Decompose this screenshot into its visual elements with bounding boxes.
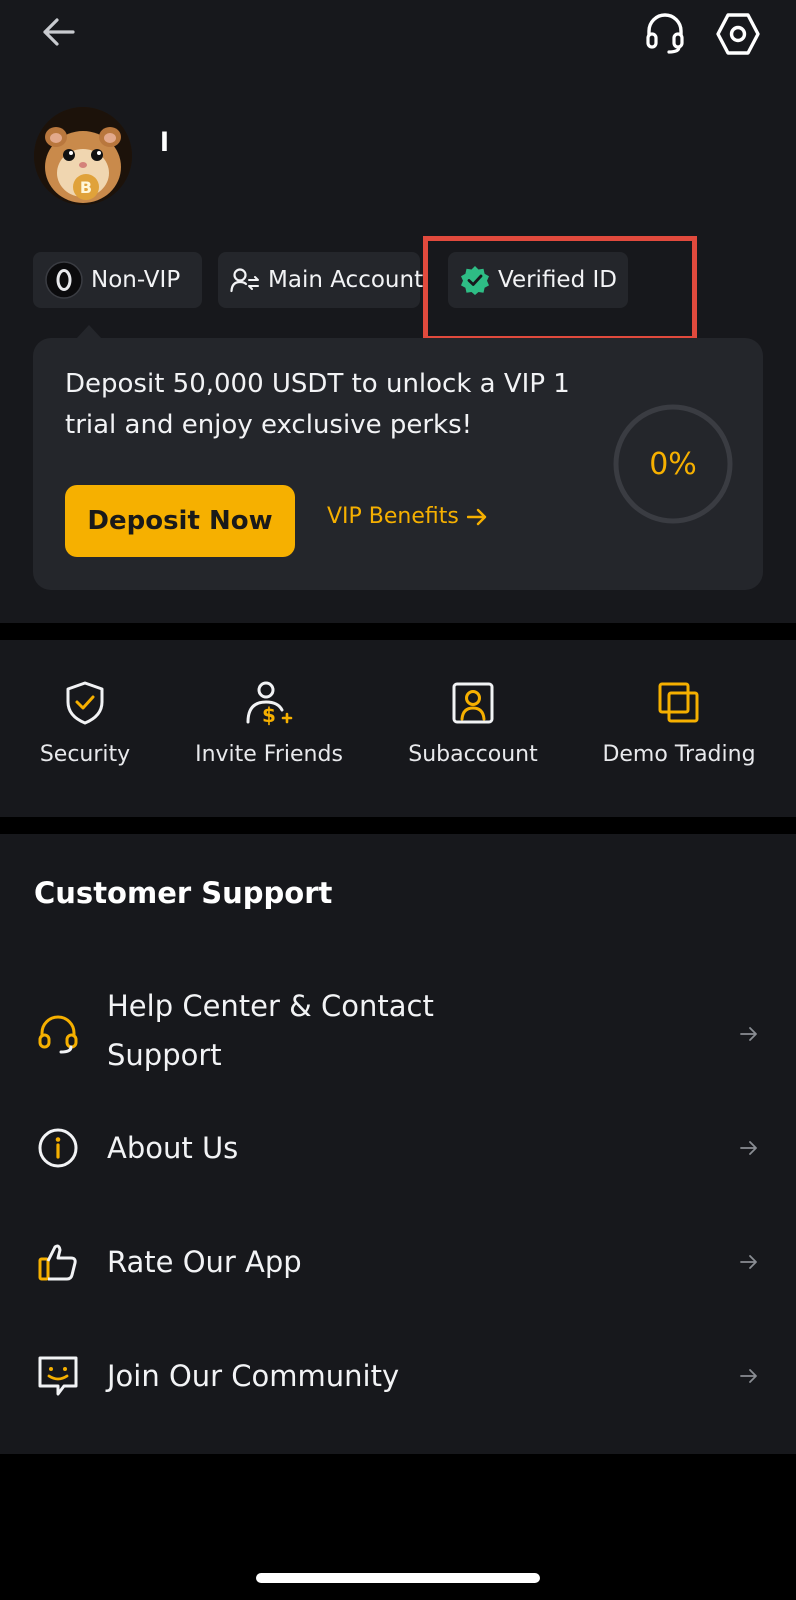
- menu-item-label: Help Center & Contact Support: [107, 989, 434, 1072]
- menu-item-label: About Us: [107, 1131, 239, 1165]
- menu-item-join-community[interactable]: Join Our Community: [0, 1352, 796, 1412]
- menu-item-label: Join Our Community: [107, 1359, 400, 1393]
- shortcut-demo-trading-label: Demo Trading: [602, 742, 756, 767]
- vip-promo-card: Deposit 50,000 USDT to unlock a VIP 1 tr…: [33, 338, 763, 590]
- user-switch-icon: [230, 267, 260, 293]
- shortcut-security-label: Security: [39, 742, 131, 767]
- thumbs-up-icon: [34, 1238, 82, 1286]
- customer-support-button[interactable]: [640, 8, 690, 58]
- menu-item-help-center[interactable]: Help Center & Contact Support: [0, 982, 796, 1092]
- headset-icon: [34, 1010, 82, 1058]
- menu-item-label: Rate Our App: [107, 1245, 302, 1279]
- menu-item-about-us[interactable]: About Us: [0, 1124, 796, 1184]
- shortcut-invite-friends[interactable]: $ Invite Friends: [174, 678, 364, 767]
- highlight-annotation-box: [423, 236, 697, 341]
- shortcut-subaccount[interactable]: Subaccount: [378, 678, 568, 767]
- arrow-right-icon: [740, 1364, 764, 1388]
- user-square-icon: [378, 678, 568, 728]
- headset-icon: [646, 13, 684, 54]
- svg-text:B: B: [80, 178, 92, 197]
- deposit-now-button[interactable]: Deposit Now: [65, 485, 295, 557]
- back-button[interactable]: [34, 10, 82, 54]
- arrow-right-icon: [740, 1250, 764, 1274]
- hamster-avatar-image: B: [34, 107, 132, 205]
- vip-promo-text: Deposit 50,000 USDT to unlock a VIP 1 tr…: [65, 369, 570, 440]
- main-account-label: Main Account: [268, 267, 424, 293]
- main-account-tag[interactable]: Main Account: [218, 252, 424, 308]
- shortcut-invite-friends-label: Invite Friends: [195, 742, 343, 767]
- vip-level-tag[interactable]: Non-VIP: [33, 252, 202, 308]
- info-circle-icon: [34, 1124, 82, 1172]
- arrow-left-icon: [43, 18, 75, 46]
- chat-smile-icon: [34, 1352, 82, 1400]
- home-indicator[interactable]: [256, 1573, 540, 1583]
- username: l: [160, 128, 169, 158]
- arrow-right-icon: [740, 1022, 764, 1046]
- shortcuts-section: Security $ Invite Friends Subaccount Dem…: [0, 640, 796, 817]
- deposit-progress-percent: 0%: [649, 446, 697, 482]
- settings-button[interactable]: [712, 8, 764, 60]
- customer-support-section: Customer Support Help Center & Contact S…: [0, 834, 796, 1454]
- profile-section: B l Non-VIP Main Account Verified ID Dep…: [0, 0, 796, 623]
- hexagon-gear-icon: [716, 13, 760, 55]
- section-title: Customer Support: [34, 876, 333, 910]
- vip-benefits-link[interactable]: VIP Benefits: [327, 504, 487, 529]
- vip-level-label: Non-VIP: [91, 267, 181, 293]
- vip-card-pointer: [76, 325, 102, 339]
- vip-0-badge-icon: [45, 261, 83, 299]
- shield-check-icon: [0, 678, 180, 728]
- menu-item-rate-app[interactable]: Rate Our App: [0, 1238, 796, 1298]
- svg-text:$: $: [262, 703, 276, 726]
- shortcut-demo-trading[interactable]: Demo Trading: [584, 678, 774, 767]
- user-dollar-icon: $: [174, 678, 364, 728]
- arrow-right-icon: [466, 508, 487, 525]
- shortcut-security[interactable]: Security: [0, 678, 180, 767]
- avatar[interactable]: B: [34, 107, 132, 205]
- vip-benefits-label: VIP Benefits: [327, 504, 459, 529]
- arrow-right-icon: [740, 1136, 764, 1160]
- stacked-squares-icon: [584, 678, 774, 728]
- shortcut-subaccount-label: Subaccount: [408, 742, 538, 767]
